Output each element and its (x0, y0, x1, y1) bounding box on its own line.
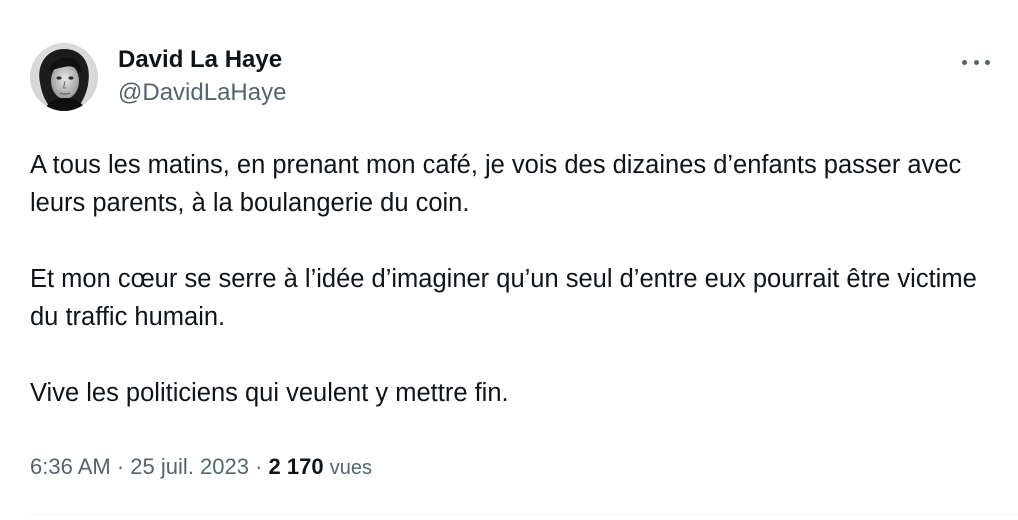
meta-separator: · (116, 454, 125, 479)
avatar-photo (30, 43, 98, 111)
more-options-icon-dot (973, 59, 979, 65)
divider (30, 514, 1018, 515)
avatar[interactable] (30, 43, 98, 111)
tweet-date[interactable]: 25 juil. 2023 (130, 454, 249, 479)
tweet-paragraph: Vive les politiciens qui veulent y mettr… (30, 379, 509, 407)
more-options-icon-dot (985, 59, 990, 65)
tweet-text: A tous les matins, en prenant mon café, … (30, 146, 990, 412)
views-label: vues (329, 457, 372, 479)
author-display-name[interactable]: David La Haye (118, 45, 286, 75)
author-names: David La Haye @DavidLaHaye (118, 45, 286, 109)
more-options-icon-dot (962, 59, 967, 65)
more-options-button[interactable] (962, 52, 990, 72)
author-handle[interactable]: @DavidLaHaye (118, 77, 286, 109)
tweet-time[interactable]: 6:36 AM (30, 454, 111, 479)
views-count[interactable]: 2 170 (269, 454, 324, 479)
tweet-card: David La Haye @DavidLaHaye A tous les ma… (0, 0, 1018, 520)
tweet-paragraph: A tous les matins, en prenant mon café, … (30, 151, 962, 217)
tweet-paragraph: Et mon cœur se serre à l’idée d’imaginer… (30, 265, 977, 331)
meta-separator: · (255, 454, 263, 479)
tweet-header: David La Haye @DavidLaHaye (30, 43, 286, 111)
tweet-meta: 6:36 AM · 25 juil. 2023 · 2 170 vues (30, 452, 372, 483)
